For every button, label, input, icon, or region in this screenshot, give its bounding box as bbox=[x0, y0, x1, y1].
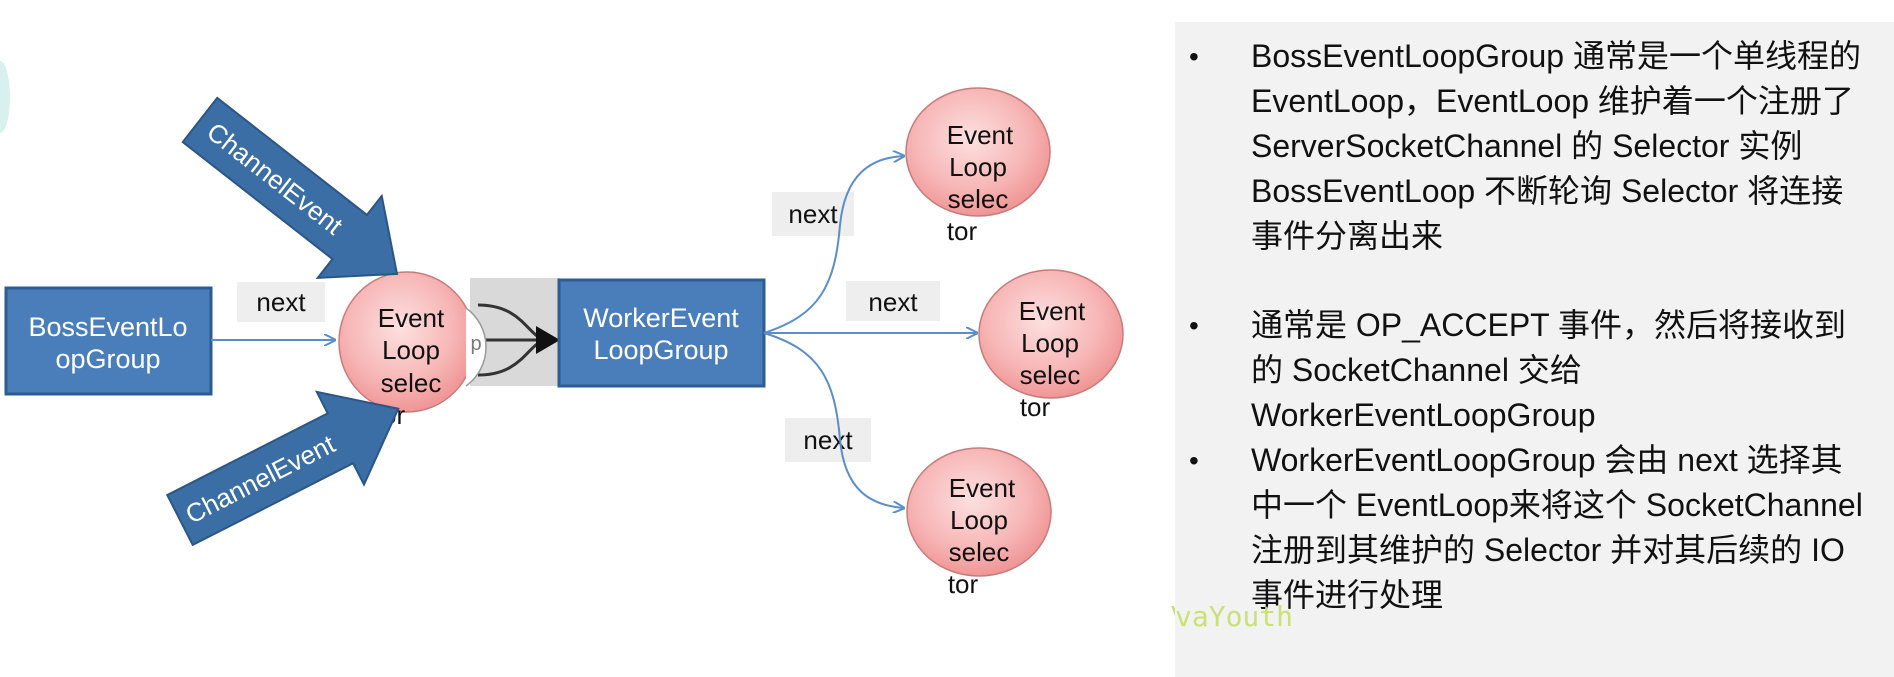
watermark: vaYouth bbox=[1175, 600, 1294, 633]
bullet-icon: • bbox=[1189, 41, 1199, 72]
netty-diagram: next next next next BossEventLo opGroup … bbox=[0, 61, 1175, 628]
boss-group-label-line-1: BossEventLo bbox=[28, 312, 187, 342]
worker-loop-3-label-line-1: Event bbox=[949, 473, 1016, 503]
edge-label-worker-next-top: next bbox=[788, 199, 838, 229]
worker-loop-3-label-line-3: selec bbox=[949, 537, 1010, 567]
worker-loop-2-label-line-4: tor bbox=[1020, 392, 1051, 422]
bullet-icon: • bbox=[1189, 445, 1199, 476]
worker-loop-2-label-line-3: selec bbox=[1020, 360, 1081, 390]
note-item: • BossEventLoopGroup 通常是一个单线程的 EventLoop，… bbox=[1175, 34, 1864, 259]
bullet-icon: • bbox=[1189, 310, 1199, 341]
boss-loop-label-line-3: selec bbox=[381, 368, 442, 398]
worker-loop-1-label-line-2: Loop bbox=[949, 152, 1007, 182]
note-item: • 通常是 OP_ACCEPT 事件，然后将接收到的 SocketChannel … bbox=[1175, 303, 1864, 438]
worker-group-label-line-1: WorkerEvent bbox=[583, 303, 739, 333]
note-text: WorkerEventLoopGroup 会由 next 选择其中一个 Even… bbox=[1251, 442, 1863, 613]
boss-loop-label-line-2: Loop bbox=[382, 335, 440, 365]
edge-label-worker-next-bottom: next bbox=[803, 425, 853, 455]
worker-loop-2-label-line-2: Loop bbox=[1021, 328, 1079, 358]
worker-group-label-line-2: LoopGroup bbox=[593, 335, 728, 365]
worker-loop-3-label-line-2: Loop bbox=[950, 505, 1008, 535]
boss-loop-label-line-1: Event bbox=[378, 303, 445, 333]
notes-list: • BossEventLoopGroup 通常是一个单线程的 EventLoop，… bbox=[1175, 34, 1864, 618]
edge-decoration bbox=[0, 61, 10, 133]
worker-event-loop-group-box bbox=[557, 278, 766, 388]
note-text: 通常是 OP_ACCEPT 事件，然后将接收到的 SocketChannel 交… bbox=[1251, 307, 1847, 433]
boss-group-label-line-2: opGroup bbox=[55, 344, 160, 374]
worker-loop-1-label-line-1: Event bbox=[947, 120, 1014, 150]
note-item: • WorkerEventLoopGroup 会由 next 选择其中一个 Eve… bbox=[1175, 438, 1864, 618]
worker-loop-2-label-line-1: Event bbox=[1019, 296, 1086, 326]
connector-fragment: p bbox=[470, 333, 481, 355]
notes-panel: • BossEventLoopGroup 通常是一个单线程的 EventLoop，… bbox=[1175, 22, 1894, 677]
edge-label-boss-next: next bbox=[256, 287, 306, 317]
edge-label-worker-next-mid: next bbox=[868, 287, 918, 317]
worker-loop-3-label-line-4: tor bbox=[948, 569, 979, 599]
channel-event-top-label: ChannelEvent bbox=[201, 116, 349, 241]
note-text: BossEventLoopGroup 通常是一个单线程的 EventLoop，E… bbox=[1251, 38, 1861, 254]
worker-loop-1-label-line-3: selec bbox=[948, 184, 1009, 214]
worker-loop-1-label-line-4: tor bbox=[947, 216, 978, 246]
